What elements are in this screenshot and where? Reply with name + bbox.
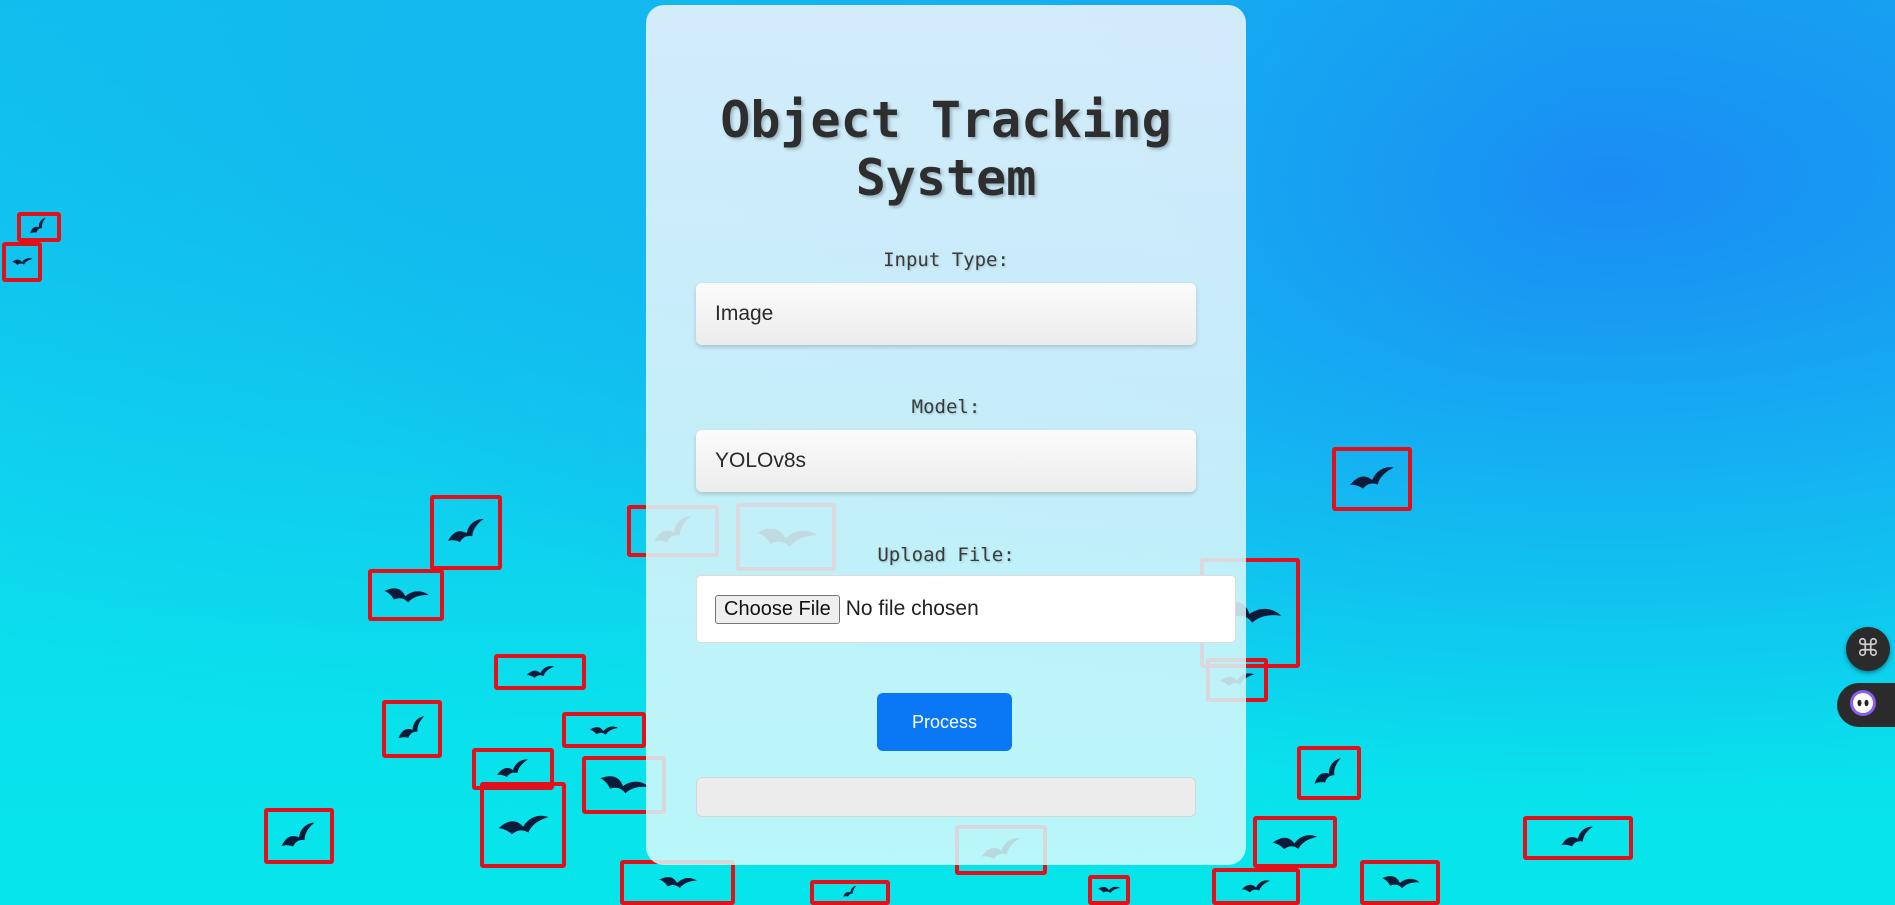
process-button[interactable]: Process <box>877 693 1012 751</box>
assistant-launcher-button[interactable] <box>1837 683 1895 727</box>
detection-box <box>480 782 566 868</box>
detection-box <box>810 880 890 905</box>
command-shortcut-button[interactable] <box>1846 627 1890 671</box>
bird-icon <box>597 770 650 800</box>
bird-icon <box>11 252 33 271</box>
detection-box <box>1523 816 1633 860</box>
input-type-value: Image <box>715 302 774 325</box>
detection-box <box>430 495 502 570</box>
bird-icon <box>1097 883 1121 896</box>
detection-box <box>1332 447 1412 511</box>
detection-box <box>17 212 61 242</box>
detection-box <box>368 569 444 621</box>
bird-icon <box>511 664 570 681</box>
bird-icon <box>825 886 875 898</box>
detection-box <box>382 700 442 758</box>
detection-box <box>1088 875 1130 905</box>
bird-icon <box>277 822 320 851</box>
model-label: Model: <box>911 396 981 418</box>
detection-box <box>494 654 586 690</box>
bird-icon <box>496 802 551 849</box>
bird-icon <box>1542 826 1613 849</box>
bird-icon <box>577 722 630 739</box>
file-input[interactable]: Choose File No file chosen <box>696 575 1236 643</box>
bird-icon <box>394 714 430 744</box>
detection-box <box>264 808 334 864</box>
detection-box <box>1360 860 1440 905</box>
detection-box <box>2 242 42 282</box>
input-type-select[interactable]: Image <box>696 283 1196 345</box>
detection-box <box>1297 746 1361 800</box>
model-value: YOLOv8s <box>715 449 807 472</box>
choose-file-button[interactable]: Choose File <box>715 594 840 624</box>
detection-box <box>620 860 735 905</box>
detection-box <box>1253 816 1337 868</box>
detection-box <box>562 712 646 748</box>
bird-icon <box>1309 758 1348 787</box>
bird-icon <box>382 582 430 608</box>
detection-box <box>1212 868 1300 905</box>
bird-icon <box>1268 829 1321 855</box>
bird-icon <box>640 871 715 893</box>
upload-file-label: Upload File: <box>877 544 1015 566</box>
bird-icon <box>487 759 539 779</box>
file-status-text: No file chosen <box>845 597 979 620</box>
page-title: Object Tracking System <box>720 91 1172 207</box>
command-key-icon <box>1857 636 1879 662</box>
result-output-bar <box>696 777 1196 817</box>
bird-icon <box>1228 878 1284 895</box>
model-select[interactable]: YOLOv8s <box>696 430 1196 492</box>
tracking-form-card: Object Tracking System Input Type: Image… <box>646 5 1246 865</box>
bird-icon <box>444 512 489 552</box>
bird-icon <box>26 217 51 234</box>
bird-icon <box>1347 462 1397 496</box>
input-type-label: Input Type: <box>883 249 1009 271</box>
bird-icon <box>1375 871 1425 893</box>
assistant-face-icon <box>1848 688 1878 722</box>
